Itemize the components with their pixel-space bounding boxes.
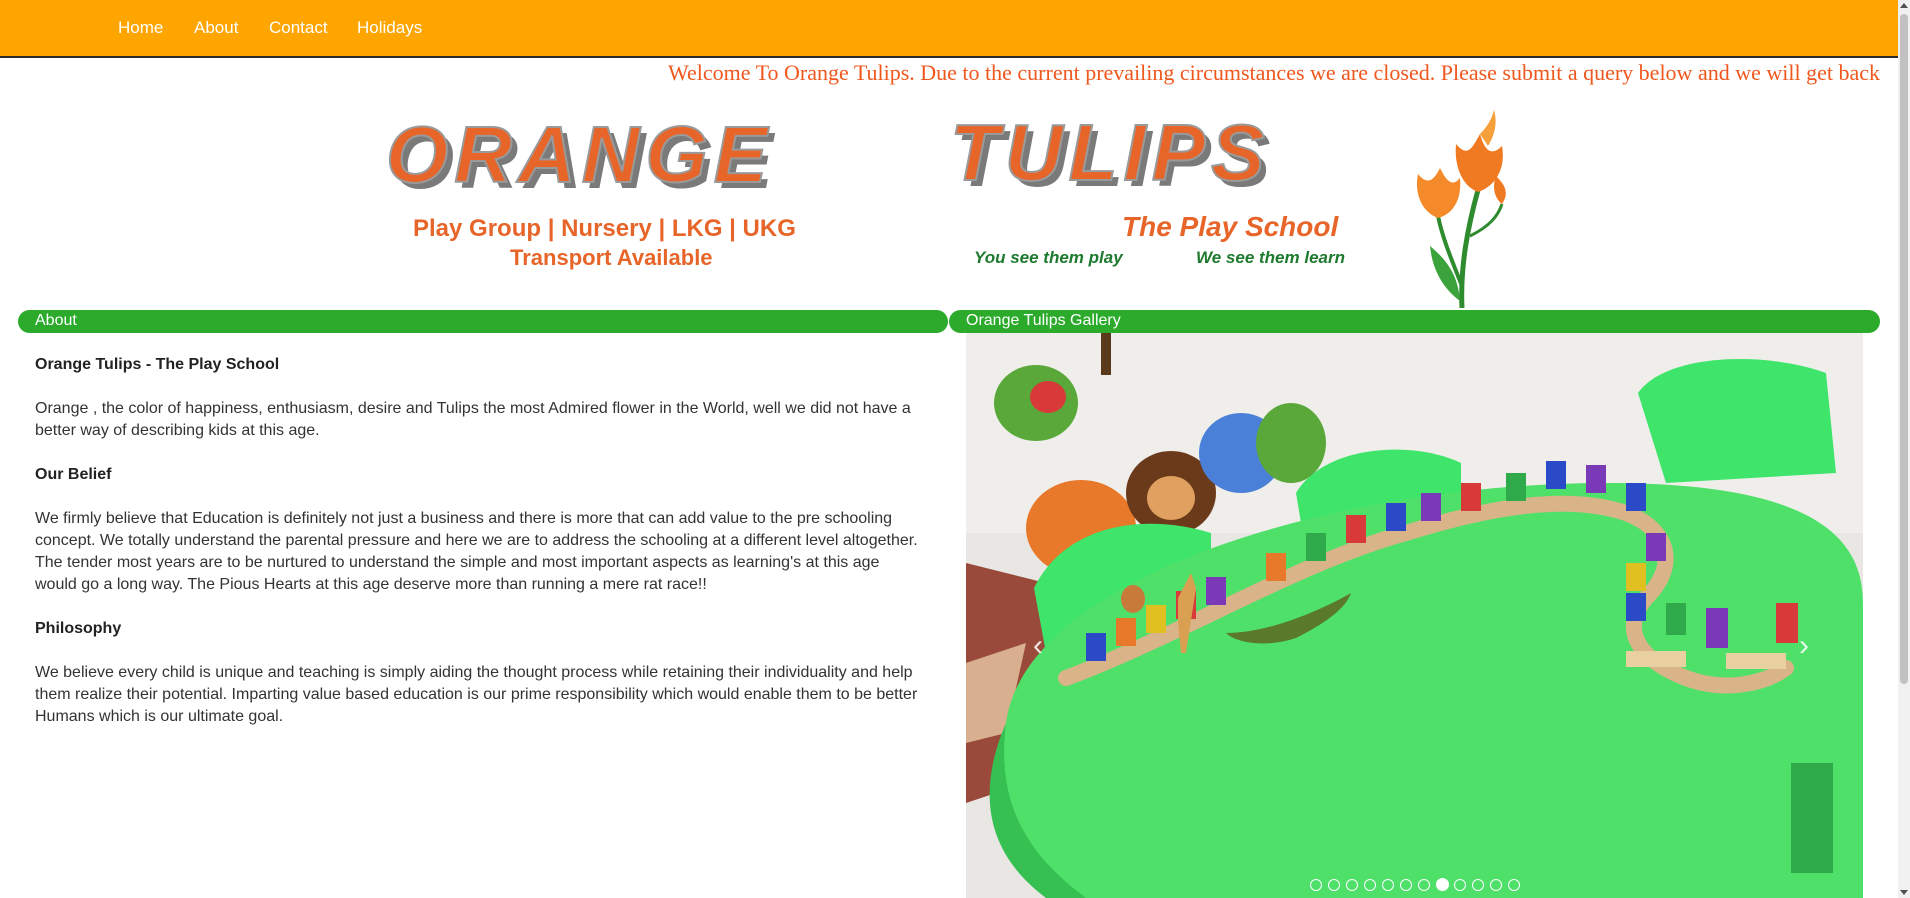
carousel-indicator-dot[interactable]	[1472, 879, 1484, 891]
about-heading-belief: Our Belief	[35, 466, 112, 483]
carousel-indicator-dot[interactable]	[1436, 878, 1449, 891]
about-paragraph-philosophy: We believe every child is unique and tea…	[35, 664, 918, 725]
gallery-panel-header: Orange Tulips Gallery	[949, 310, 1880, 333]
scroll-up-arrow-icon[interactable]	[1900, 3, 1908, 8]
logo-title-left: ORANGE	[386, 110, 773, 199]
scroll-thumb[interactable]	[1900, 14, 1908, 684]
gallery-slide-image	[966, 333, 1863, 898]
about-paragraph-intro: Orange , the color of happiness, enthusi…	[35, 400, 911, 439]
carousel-indicator-dot[interactable]	[1508, 879, 1520, 891]
nav-about-link[interactable]: About	[194, 18, 238, 38]
carousel-indicator-dot[interactable]	[1310, 879, 1322, 891]
about-heading-intro: Orange Tulips - The Play School	[35, 356, 280, 373]
about-heading-philosophy: Philosophy	[35, 620, 122, 637]
logo-subtitle: The Play School	[1122, 211, 1339, 242]
about-panel-header: About	[18, 310, 948, 333]
carousel-indicator-dot[interactable]	[1382, 879, 1394, 891]
nav-holidays-link[interactable]: Holidays	[357, 18, 422, 38]
page: Home About Contact Holidays Welcome To O…	[0, 0, 1910, 898]
scroll-down-arrow-icon[interactable]	[1900, 890, 1908, 895]
logo-title-right: TULIPS	[950, 108, 1270, 197]
orange-tulips-logo: ORANGE ORANGE TULIPS TULIPS Play Group |…	[385, 107, 1506, 308]
logo-tagline-2: We see them learn	[1196, 248, 1345, 267]
welcome-marquee: Welcome To Orange Tulips. Due to the cur…	[667, 60, 1880, 85]
top-navbar: Home About Contact Holidays	[0, 0, 1898, 58]
carousel-indicator-dot[interactable]	[1364, 879, 1376, 891]
carousel-next-button[interactable]: ›	[1799, 629, 1809, 663]
nav-contact-link[interactable]: Contact	[269, 18, 328, 38]
carousel-prev-button[interactable]: ‹	[1033, 629, 1043, 663]
page-scrollbar[interactable]	[1898, 0, 1910, 898]
carousel-indicator-dot[interactable]	[1418, 879, 1430, 891]
tulip-flower-icon	[1416, 110, 1506, 308]
logo-classes-line: Play Group | Nursery | LKG | UKG	[413, 215, 796, 242]
carousel-indicator-dot[interactable]	[1328, 879, 1340, 891]
carousel-indicator-dot[interactable]	[1346, 879, 1358, 891]
logo-tagline-1: You see them play	[974, 248, 1124, 267]
gallery-carousel[interactable]: ‹ ›	[966, 333, 1863, 898]
carousel-indicator-dot[interactable]	[1454, 879, 1466, 891]
carousel-indicator-dot[interactable]	[1400, 879, 1412, 891]
about-content: Orange Tulips - The Play School Orange ,…	[35, 354, 920, 750]
carousel-indicator-dot[interactable]	[1490, 879, 1502, 891]
about-paragraph-belief: We firmly believe that Education is defi…	[35, 510, 918, 593]
logo-transport-line: Transport Available	[510, 245, 713, 270]
nav-home-link[interactable]: Home	[118, 18, 163, 38]
